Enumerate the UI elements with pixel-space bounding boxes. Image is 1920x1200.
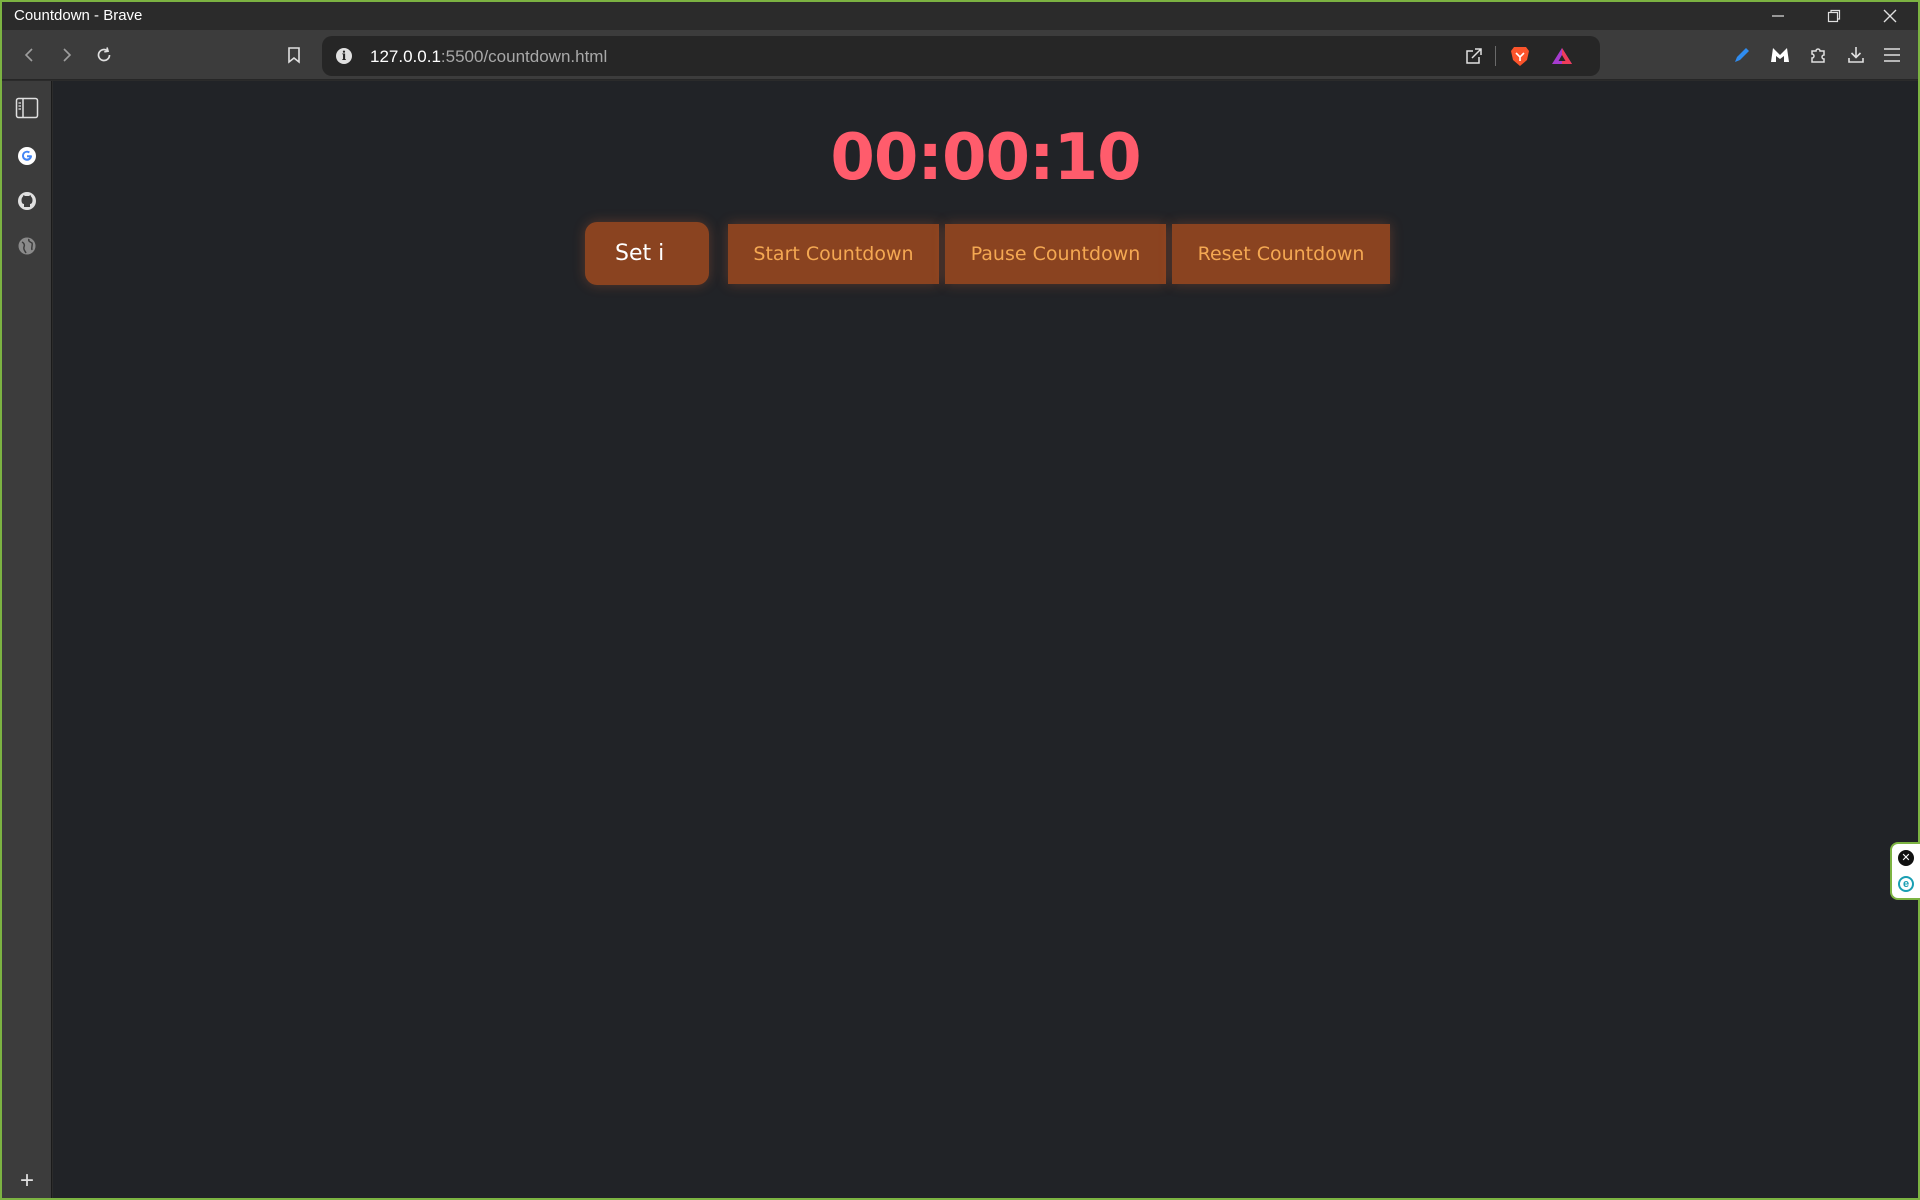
puzzle-icon — [1811, 48, 1825, 63]
close-circle-icon[interactable]: ✕ — [1898, 850, 1914, 866]
globe-icon — [18, 237, 36, 255]
github-icon — [18, 192, 36, 210]
bookmark-button[interactable] — [280, 41, 308, 69]
url-path: :5500/countdown.html — [440, 47, 608, 66]
pen-icon — [1735, 48, 1749, 62]
countdown-timer: 00:00:10 — [830, 121, 1141, 195]
extension-e-icon[interactable]: e — [1898, 876, 1914, 892]
url-text[interactable]: 127.0.0.1:5500/countdown.html — [370, 47, 607, 67]
sidebar-toggle-button[interactable] — [14, 95, 40, 121]
minimize-icon — [1772, 15, 1784, 17]
menu-button[interactable] — [1878, 41, 1906, 69]
sidebar-add-button[interactable]: + — [14, 1167, 40, 1194]
extensions-button[interactable] — [1804, 41, 1832, 69]
url-host: 127.0.0.1 — [370, 47, 441, 66]
brave-shields-button[interactable] — [1508, 44, 1532, 68]
chevron-right-icon — [63, 48, 72, 62]
downloads-button[interactable] — [1842, 41, 1870, 69]
chevron-left-icon — [24, 48, 33, 62]
title-bar: Countdown - Brave — [2, 2, 1918, 30]
minimize-button[interactable] — [1750, 2, 1806, 30]
address-bar[interactable]: i 127.0.0.1:5500/countdown.html — [322, 36, 1600, 76]
restore-icon — [1827, 9, 1841, 23]
start-countdown-button[interactable]: Start Countdown — [728, 224, 939, 284]
brave-lion-icon — [1511, 47, 1529, 66]
malwarebytes-button[interactable] — [1766, 41, 1794, 69]
hamburger-menu-icon — [1884, 48, 1900, 62]
sidebar-item-web[interactable] — [14, 233, 40, 259]
forward-button[interactable] — [52, 41, 80, 69]
close-icon — [1883, 9, 1897, 23]
plus-icon: + — [19, 1167, 34, 1194]
window-title: Countdown - Brave — [14, 7, 143, 24]
omnibox-divider — [1495, 46, 1496, 66]
download-icon — [1848, 47, 1864, 63]
back-button[interactable] — [16, 41, 44, 69]
share-button[interactable] — [1462, 44, 1486, 68]
pause-countdown-button[interactable]: Pause Countdown — [945, 224, 1166, 284]
malwarebytes-icon — [1771, 48, 1789, 62]
brave-rewards-button[interactable] — [1550, 44, 1574, 68]
floating-extension-widget: ✕ e — [1890, 842, 1920, 900]
info-icon[interactable]: i — [336, 48, 352, 64]
bookmark-icon — [288, 47, 300, 64]
browser-window: Countdown - Brave i 127.0.0.1:5500/count… — [0, 0, 1920, 1200]
set-time-button[interactable]: Set i — [585, 222, 709, 285]
extension-pen-button[interactable] — [1728, 41, 1756, 69]
browser-toolbar: i 127.0.0.1:5500/countdown.html — [2, 30, 1918, 80]
sidebar-item-google[interactable] — [14, 143, 40, 169]
close-button[interactable] — [1862, 2, 1918, 30]
sidebar-item-github[interactable] — [14, 188, 40, 214]
sidebar-panel-icon — [15, 97, 39, 119]
brave-rewards-icon — [1552, 48, 1572, 64]
reset-countdown-button[interactable]: Reset Countdown — [1172, 224, 1390, 284]
share-icon — [1466, 48, 1482, 64]
google-icon — [18, 147, 36, 165]
reload-icon — [97, 47, 111, 62]
restore-button[interactable] — [1806, 2, 1862, 30]
reload-button[interactable] — [90, 41, 118, 69]
page-content: 00:00:10 Set i Start Countdown Pause Cou… — [53, 81, 1918, 1198]
browser-sidebar: + — [2, 81, 52, 1198]
